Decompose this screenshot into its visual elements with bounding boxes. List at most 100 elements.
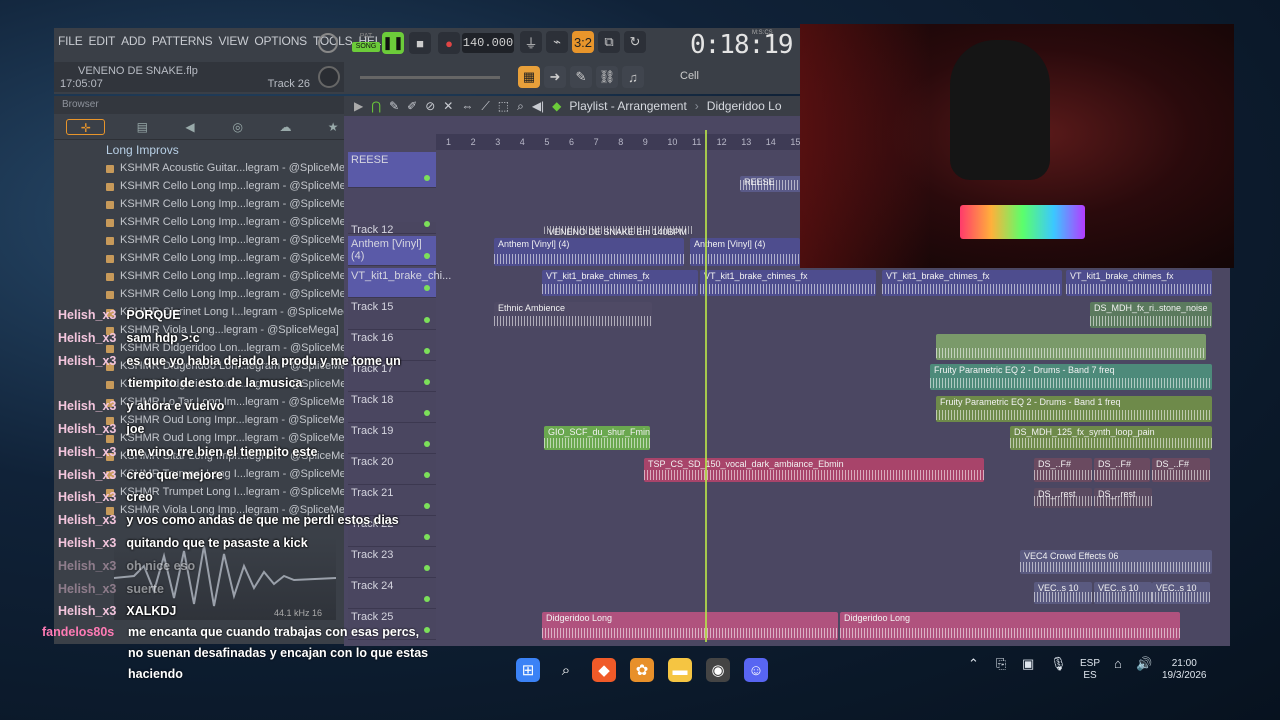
playlist-clip[interactable]: VEC..s 10 — [1034, 582, 1092, 604]
master-volume-knob[interactable] — [318, 66, 340, 88]
playlist-clip[interactable]: VENENO DE SNAKE Em 140BPM — [544, 226, 694, 236]
playlist-icon[interactable]: ▦ — [518, 66, 540, 88]
playlist-clip[interactable]: Anthem [Vinyl] (4) — [494, 238, 684, 266]
countdown-icon[interactable]: 3:2 — [572, 31, 594, 53]
language-indicator[interactable]: ESP ES — [1080, 658, 1100, 682]
menu-edit[interactable]: EDIT — [89, 34, 116, 48]
stop-icon[interactable]: ■ — [409, 32, 431, 54]
draw-tool-icon[interactable]: ✎ — [389, 99, 399, 113]
arrow-icon[interactable]: ➜ — [544, 66, 566, 88]
zoom-tool-icon[interactable]: ⌕ — [517, 99, 524, 114]
playlist-clip[interactable]: VT_kit1_brake_chimes_fx — [700, 270, 876, 296]
playlist-clip[interactable]: DS_..F# — [1094, 458, 1150, 482]
menu-options[interactable]: OPTIONS — [254, 34, 307, 48]
slice-tool-icon[interactable]: ⟋ — [481, 99, 489, 114]
mute-tool-icon[interactable]: ✕ — [443, 99, 453, 113]
playlist-clip[interactable]: DS_MDH_fx_ri..stone_noise — [1090, 302, 1212, 328]
playlist-clip[interactable]: DS_..rest — [1094, 488, 1152, 508]
cpu-knob-icon[interactable] — [318, 33, 338, 53]
usb-icon[interactable]: ⎘ — [996, 657, 1006, 670]
record-icon[interactable]: ● — [438, 32, 460, 54]
files-tab-icon[interactable]: ▤ — [131, 119, 153, 135]
snap-select[interactable]: Cell — [680, 70, 699, 82]
all-tab-icon[interactable]: ✛ — [66, 118, 106, 135]
play-arrow-icon[interactable]: ▶ — [354, 99, 363, 113]
plugin-tab-icon[interactable]: ◎ — [227, 119, 249, 135]
network-icon[interactable]: ⌂ — [1114, 657, 1122, 670]
playlist-clip[interactable]: VT_kit1_brake_chimes_fx — [542, 270, 698, 296]
tray-chevron-icon[interactable]: ⌃ — [968, 657, 979, 670]
menu-view[interactable]: VIEW — [218, 34, 248, 48]
playlist-toggle-icon[interactable]: ◆ — [552, 99, 561, 113]
browser-item[interactable]: KSHMR Cello Long Imp...legram - @SpliceM… — [54, 268, 344, 286]
browser-item[interactable]: KSHMR Acoustic Guitar...legram - @Splice… — [54, 160, 344, 178]
browser-item[interactable]: KSHMR Cello Long Imp...legram - @SpliceM… — [54, 214, 344, 232]
discord-icon[interactable]: ☺ — [744, 658, 768, 682]
menu-file[interactable]: FILE — [58, 34, 83, 48]
pencil-icon[interactable]: ✎ — [570, 66, 592, 88]
playlist-clip[interactable] — [936, 334, 1206, 360]
track-header[interactable]: Track 12 — [348, 221, 436, 236]
track-mute-led[interactable] — [424, 221, 430, 227]
playlist-clip[interactable]: REESE — [740, 176, 802, 192]
link-icon[interactable]: ⛓ — [596, 66, 618, 88]
playback-tool-icon[interactable]: ◀| — [532, 99, 544, 113]
fl-studio-icon[interactable]: ✿ — [630, 658, 654, 682]
metronome-icon[interactable]: ⏚ — [520, 31, 542, 53]
master-pitch-slider[interactable] — [360, 76, 500, 79]
playlist-clip[interactable]: Fruity Parametric EQ 2 - Drums - Band 7 … — [930, 364, 1212, 390]
browser-item[interactable]: KSHMR Cello Long Imp...legram - @SpliceM… — [54, 286, 344, 304]
file-explorer-icon[interactable]: ▬ — [668, 658, 692, 682]
playlist-clip[interactable]: VEC..s 10 — [1152, 582, 1210, 604]
pat-song-switch[interactable]: PAT SONG — [352, 32, 380, 54]
microphone-icon[interactable]: 🎙 — [1050, 657, 1067, 670]
playlist-clip[interactable]: Didgeridoo Long — [840, 612, 1180, 640]
paint-tool-icon[interactable]: ✐ — [407, 99, 417, 113]
track-mute-led[interactable] — [424, 175, 430, 181]
browser-item[interactable]: KSHMR Cello Long Imp...legram - @SpliceM… — [54, 196, 344, 214]
brave-browser-icon[interactable]: ◆ — [592, 658, 616, 682]
app-tray-icon[interactable]: ▣ — [1022, 657, 1034, 670]
playlist-clip[interactable]: GIO_SCF_du_shur_Fmin — [544, 426, 650, 450]
delete-tool-icon[interactable]: ⊘ — [425, 99, 435, 113]
playlist-pattern[interactable]: Didgeridoo Lo — [707, 99, 782, 113]
windows-start-icon[interactable]: ⊞ — [516, 658, 540, 682]
track-header[interactable]: REESE — [348, 152, 436, 188]
playlist-clip[interactable]: DS_..F# — [1152, 458, 1210, 482]
playlist-clip[interactable]: DS_..F# — [1034, 458, 1092, 482]
browser-item[interactable]: KSHMR Cello Long Imp...legram - @SpliceM… — [54, 250, 344, 268]
playlist-clip[interactable]: VT_kit1_brake_chimes_fx — [882, 270, 1062, 296]
wait-icon[interactable]: ⌁ — [546, 31, 568, 53]
volume-icon[interactable]: 🔊 — [1136, 657, 1152, 670]
playlist-clip[interactable]: VEC4 Crowd Effects 06 — [1020, 550, 1212, 574]
track-mute-led[interactable] — [424, 253, 430, 259]
browser-item[interactable]: KSHMR Cello Long Imp...legram - @SpliceM… — [54, 178, 344, 196]
playlist-clip[interactable]: VT_kit1_brake_chimes_fx — [1066, 270, 1212, 296]
magnet-icon[interactable]: ⋂ — [371, 99, 381, 113]
playhead[interactable] — [705, 130, 707, 642]
menu-add[interactable]: ADD — [121, 34, 146, 48]
track-header[interactable]: Anthem [Vinyl] (4) — [348, 236, 436, 266]
star-tab-icon[interactable]: ★ — [322, 119, 344, 135]
clock[interactable]: 21:00 19/3/2026 — [1162, 658, 1207, 682]
blend-icon[interactable]: ⧉ — [598, 31, 620, 53]
playlist-clip[interactable]: Didgeridoo Long — [542, 612, 838, 640]
playlist-clip[interactable]: DS_MDH_125_fx_synth_loop_pain — [1010, 426, 1212, 450]
browser-item[interactable]: KSHMR Cello Long Imp...legram - @SpliceM… — [54, 232, 344, 250]
playlist-clip[interactable]: TSP_CS_SD_150_vocal_dark_ambiance_Ebmin — [644, 458, 984, 482]
select-tool-icon[interactable]: ⬚ — [498, 99, 509, 113]
speaker-tab-icon[interactable]: ◀ — [179, 119, 201, 135]
browser-folder[interactable]: Long Improvs — [54, 140, 344, 160]
tempo-display[interactable]: 140.000 — [462, 33, 514, 53]
playlist-clip[interactable]: DS_..rest — [1034, 488, 1092, 508]
cloud-tab-icon[interactable]: ☁ — [275, 119, 297, 135]
track-mute-led[interactable] — [424, 285, 430, 291]
pause-icon[interactable]: ❚❚ — [382, 32, 404, 54]
playlist-clip[interactable]: VEC..s 10 — [1094, 582, 1152, 604]
chrome-icon[interactable]: ◉ — [706, 658, 730, 682]
slip-tool-icon[interactable]: ⇔ — [461, 99, 473, 113]
playlist-clip[interactable]: Fruity Parametric EQ 2 - Drums - Band 1 … — [936, 396, 1212, 422]
bell-icon[interactable]: ♫ — [622, 66, 644, 88]
track-header[interactable]: VT_kit1_brake_chi... — [348, 268, 451, 298]
playlist-clip[interactable]: Ethnic Ambience — [494, 302, 652, 328]
